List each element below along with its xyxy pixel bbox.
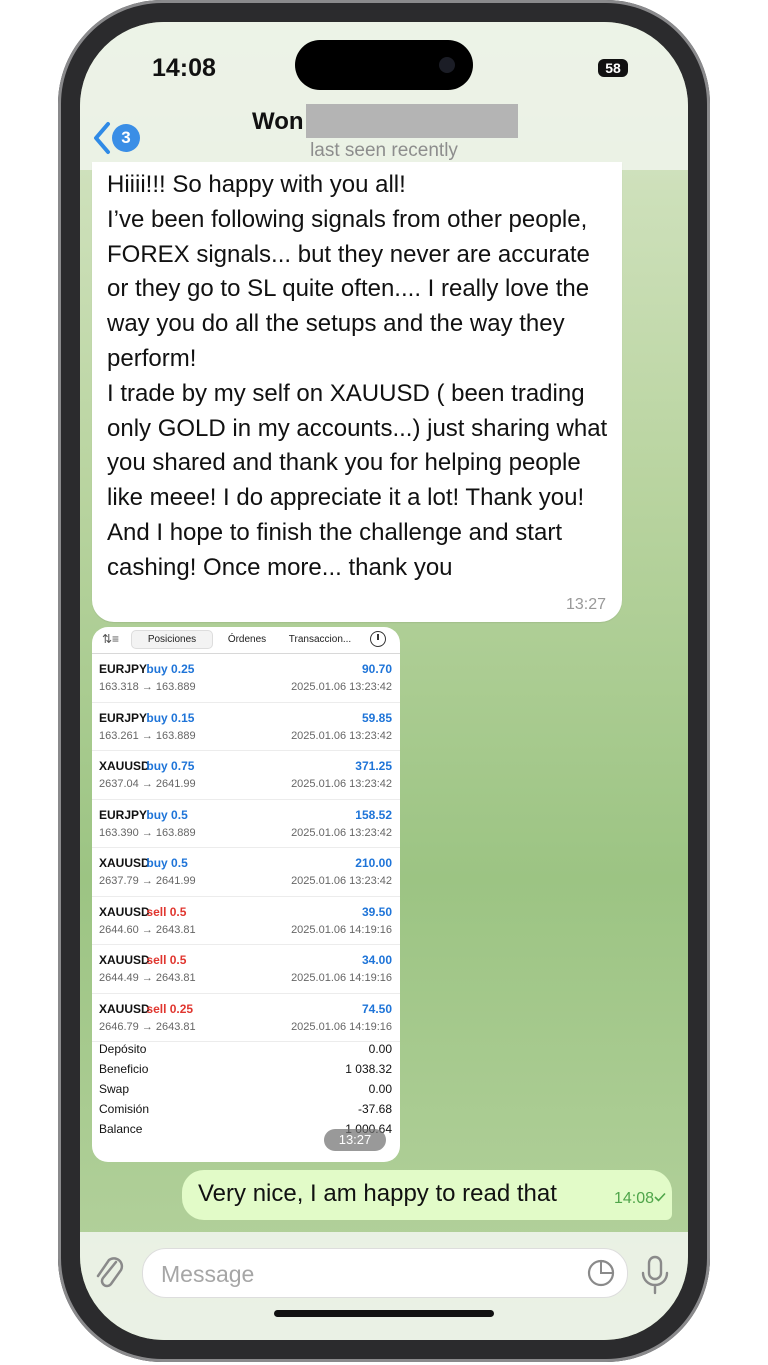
trade-row: XAUUSD sell 0.25 74.50 2646.79 → 2643.81 202… xyxy=(92,994,400,1042)
trade-side: buy 0.5 xyxy=(146,856,188,870)
trade-prices: 2646.79 → 2643.81 xyxy=(99,1020,196,1033)
trade-symbol: XAUUSD xyxy=(99,904,150,919)
trade-symbol: XAUUSD xyxy=(99,953,150,967)
microphone-icon[interactable] xyxy=(638,1254,672,1296)
message-placeholder: Message xyxy=(161,1261,255,1287)
tab-posiciones: Posiciones xyxy=(132,631,212,648)
screenshot-tabs: ⇅≡ Posiciones Órdenes Transaccion... xyxy=(92,627,400,654)
trade-list: EURJPY buy 0.25 90.70 163.318 → 163.889 2025… xyxy=(92,654,400,1042)
summary-row: Swap 0.00 xyxy=(92,1079,400,1099)
trade-side: sell 0.5 xyxy=(146,904,187,919)
screenshot-time: 13:27 xyxy=(324,1129,386,1151)
chat-name[interactable]: Won xyxy=(252,108,304,136)
outgoing-message-time: 14:08 xyxy=(613,1190,654,1207)
trade-profit: 90.70 xyxy=(361,662,392,676)
trade-prices: 163.390 → 163.889 xyxy=(99,826,196,839)
trade-side: buy 0.15 xyxy=(146,710,195,725)
trade-row: XAUUSD sell 0.5 39.50 2644.60 → 2643.81 2025… xyxy=(92,897,400,945)
chat-header: 14:08 58 3 Won last seen recently xyxy=(80,22,688,170)
trade-row: EURJPY buy 0.15 59.85 163.261 → 163.889 2025… xyxy=(92,703,400,751)
trade-side: sell 0.25 xyxy=(146,1001,194,1016)
summary-label: Beneficio xyxy=(99,1062,149,1076)
home-indicator xyxy=(274,1310,494,1317)
trade-date: 2025.01.06 13:23:42 xyxy=(291,875,392,887)
trade-prices: 2644.60 → 2643.81 xyxy=(99,923,196,936)
incoming-message-time: 13:27 xyxy=(565,596,606,613)
tab-transacciones: Transaccion... xyxy=(288,634,352,645)
outgoing-message-bubble[interactable]: Very nice, I am happy to read that 14:08 xyxy=(182,1170,672,1220)
trade-prices: 2637.04 → 2641.99 xyxy=(99,778,196,790)
sort-icon: ⇅≡ xyxy=(102,632,120,646)
incoming-message-bubble[interactable]: Hiiii!!! So happy with you all! I’ve bee… xyxy=(92,162,622,622)
trade-side: buy 0.75 xyxy=(146,759,195,773)
sticker-icon[interactable] xyxy=(587,1259,615,1287)
last-seen-status: last seen recently xyxy=(310,140,458,161)
summary-value: 0.00 xyxy=(368,1042,392,1056)
trade-symbol: XAUUSD xyxy=(99,856,150,870)
summary-label: Swap xyxy=(99,1082,130,1096)
trade-date: 2025.01.06 14:19:16 xyxy=(291,923,392,936)
trade-row: EURJPY buy 0.5 158.52 163.390 → 163.889 2025… xyxy=(92,800,400,848)
trade-profit: 371.25 xyxy=(355,759,392,773)
trade-symbol: EURJPY xyxy=(99,710,148,725)
tab-ordenes: Órdenes xyxy=(227,634,267,645)
status-time: 14:08 xyxy=(152,54,216,82)
camera-icon xyxy=(439,57,455,73)
trade-date: 2025.01.06 13:23:42 xyxy=(291,778,392,790)
trade-row: XAUUSD buy 0.75 371.25 2637.04 → 2641.99 202… xyxy=(92,751,400,800)
trade-date: 2025.01.06 14:19:16 xyxy=(291,1020,392,1033)
dynamic-island xyxy=(295,40,473,90)
trade-side: sell 0.5 xyxy=(146,953,187,967)
trade-screenshot-image[interactable]: ⇅≡ Posiciones Órdenes Transaccion... EUR… xyxy=(92,627,400,1162)
screen: 14:08 58 3 Won last seen recently Hiiii!… xyxy=(80,22,688,1340)
paperclip-icon[interactable] xyxy=(92,1252,128,1296)
trade-profit: 34.00 xyxy=(361,953,392,967)
message-input[interactable]: Message xyxy=(142,1248,628,1298)
trade-date: 2025.01.06 13:23:42 xyxy=(291,826,392,839)
trade-side: buy 0.5 xyxy=(146,807,188,822)
trade-row: XAUUSD buy 0.5 210.00 2637.79 → 2641.99 2025… xyxy=(92,848,400,897)
trade-prices: 2644.49 → 2643.81 xyxy=(99,972,196,984)
summary-row: Comisión -37.68 xyxy=(92,1099,400,1119)
trade-date: 2025.01.06 14:19:16 xyxy=(291,972,392,984)
trade-symbol: XAUUSD xyxy=(99,1001,150,1016)
trade-date: 2025.01.06 13:23:42 xyxy=(291,729,392,742)
summary-row: Depósito 0.00 xyxy=(92,1039,400,1059)
trade-symbol: EURJPY xyxy=(99,807,148,822)
trade-profit: 210.00 xyxy=(355,856,392,870)
trade-side: buy 0.25 xyxy=(146,662,195,676)
summary-value: -37.68 xyxy=(357,1102,392,1116)
summary-label: Comisión xyxy=(99,1102,150,1116)
summary-label: Balance xyxy=(99,1122,143,1136)
trade-profit: 158.52 xyxy=(355,807,392,822)
clock-icon xyxy=(370,631,386,647)
summary-row: Beneficio 1 038.32 xyxy=(92,1059,400,1079)
summary-value: 0.00 xyxy=(368,1082,392,1096)
account-summary: Depósito 0.00 Beneficio 1 038.32 Swap 0.00 Com… xyxy=(92,1039,400,1139)
trade-symbol: XAUUSD xyxy=(99,759,150,773)
incoming-message-text: Hiiii!!! So happy with you all! I’ve bee… xyxy=(107,171,608,581)
trade-prices: 163.261 → 163.889 xyxy=(99,729,196,742)
trade-row: EURJPY buy 0.25 90.70 163.318 → 163.889 2025… xyxy=(92,654,400,703)
check-icon xyxy=(654,1192,666,1202)
trade-profit: 59.85 xyxy=(361,710,392,725)
redaction-box xyxy=(306,104,518,138)
trade-prices: 163.318 → 163.889 xyxy=(99,681,196,693)
outgoing-message-text: Very nice, I am happy to read that xyxy=(198,1180,557,1207)
trade-date: 2025.01.06 13:23:42 xyxy=(291,681,392,693)
summary-value: 1 038.32 xyxy=(345,1062,392,1076)
summary-label: Depósito xyxy=(99,1042,147,1056)
trade-row: XAUUSD sell 0.5 34.00 2644.49 → 2643.81 2025… xyxy=(92,945,400,994)
trade-profit: 74.50 xyxy=(361,1001,392,1016)
phone-frame: 14:08 58 3 Won last seen recently Hiiii!… xyxy=(58,0,710,1362)
battery-icon: 58 xyxy=(598,59,628,77)
trade-symbol: EURJPY xyxy=(99,662,148,676)
message-composer: Message xyxy=(80,1232,688,1340)
trade-profit: 39.50 xyxy=(361,904,392,919)
trade-prices: 2637.79 → 2641.99 xyxy=(99,875,196,887)
